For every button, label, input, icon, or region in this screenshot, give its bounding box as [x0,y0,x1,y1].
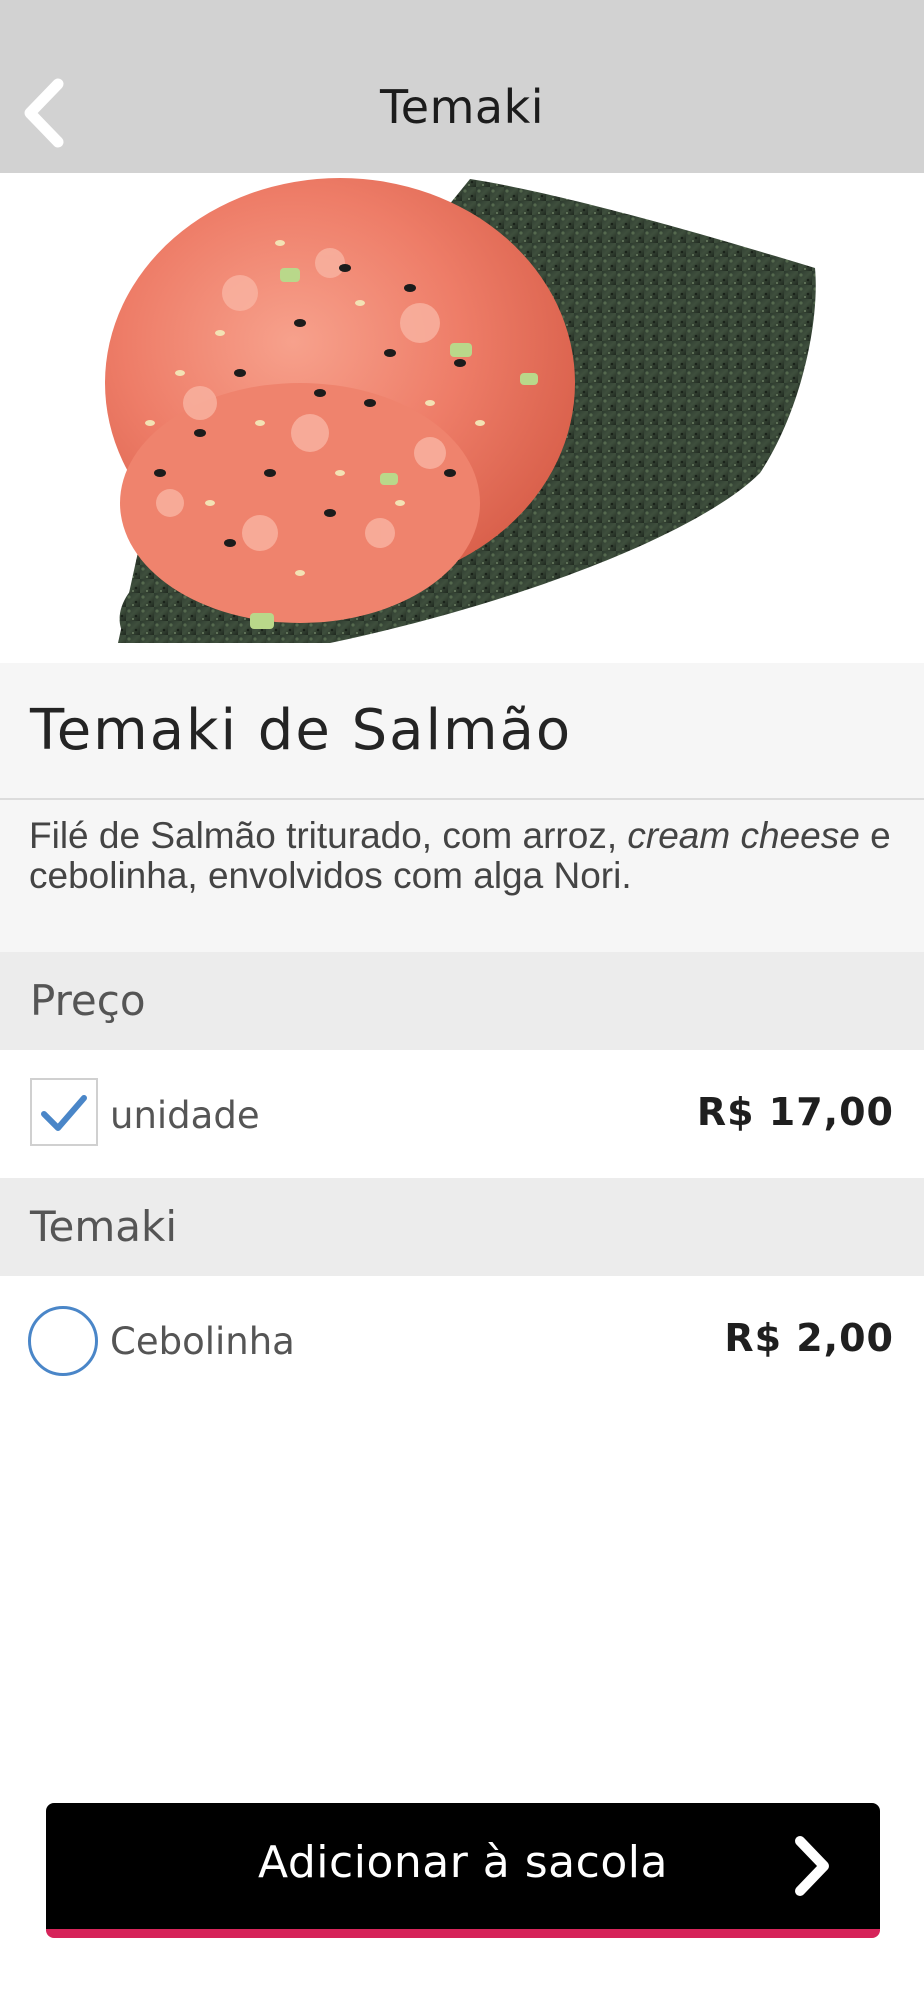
top-nav-bar: Temaki [0,0,924,173]
checkbox[interactable] [30,1078,98,1146]
option-price: R$ 2,00 [724,1316,894,1360]
add-to-bag-label: Adicionar à sacola [258,1837,668,1888]
section-header-preco: Preço [0,952,924,1050]
product-description: Filé de Salmão triturado, com arroz, cre… [29,816,899,896]
section-title: Temaki [30,1202,177,1251]
section-header-temaki: Temaki [0,1178,924,1276]
option-label: Cebolinha [110,1320,295,1363]
option-unidade[interactable]: unidade R$ 17,00 [0,1050,924,1178]
section-title: Preço [30,976,146,1025]
checkmark-icon [41,1095,87,1131]
product-name-section: Temaki de Salmão [0,663,924,800]
option-price: R$ 17,00 [696,1090,894,1134]
add-to-bag-button[interactable]: Adicionar à sacola [46,1803,880,1938]
radio-button[interactable] [28,1306,98,1376]
description-italic-text: cream cheese [627,815,860,856]
temaki-photo [105,178,816,643]
option-label: unidade [110,1094,260,1137]
description-text: Filé de Salmão triturado, com arroz, [29,815,628,856]
product-name: Temaki de Salmão [30,698,573,763]
chevron-right-icon [795,1836,829,1896]
product-description-section: Filé de Salmão triturado, com arroz, cre… [0,800,924,952]
option-cebolinha[interactable]: Cebolinha R$ 2,00 [0,1276,924,1404]
page-title: Temaki [380,80,544,134]
product-image [0,173,924,663]
